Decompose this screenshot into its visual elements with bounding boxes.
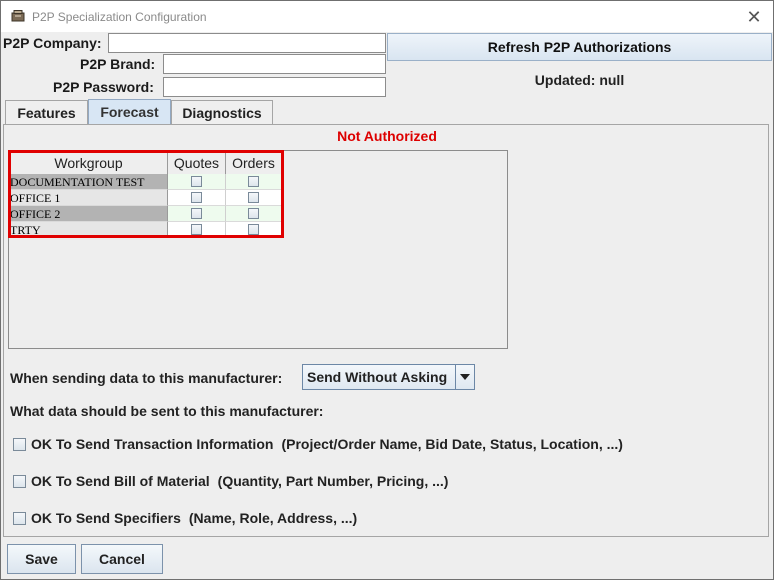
orders-checkbox[interactable]	[248, 176, 259, 187]
app-icon	[11, 10, 25, 22]
option-detail: (Quantity, Part Number, Pricing, ...)	[217, 473, 449, 489]
orders-cell	[226, 174, 282, 190]
option-detail: (Project/Order Name, Bid Date, Status, L…	[281, 436, 623, 452]
quotes-checkbox[interactable]	[191, 176, 202, 187]
orders-cell	[226, 206, 282, 222]
table-row[interactable]: DOCUMENTATION TEST	[10, 174, 282, 190]
tab-diagnostics[interactable]: Diagnostics	[171, 100, 273, 124]
workgroup-name: OFFICE 1	[10, 190, 168, 206]
transaction-info-option[interactable]: OK To Send Transaction Information (Proj…	[13, 436, 623, 452]
header-workgroup[interactable]: Workgroup	[10, 152, 168, 174]
save-button[interactable]: Save	[7, 544, 76, 574]
quotes-cell	[168, 190, 226, 206]
table-row[interactable]: OFFICE 1	[10, 190, 282, 206]
option-title: OK To Send Specifiers	[31, 510, 181, 526]
quotes-cell	[168, 222, 226, 238]
close-icon[interactable]: ✕	[743, 6, 765, 28]
table-row[interactable]: TRTY	[10, 222, 282, 238]
bill-of-material-option[interactable]: OK To Send Bill of Material (Quantity, P…	[13, 473, 448, 489]
data-sharing-label: What data should be sent to this manufac…	[10, 403, 324, 419]
title-bar: P2P Specialization Configuration ✕	[1, 1, 773, 32]
workgroup-name: TRTY	[10, 222, 168, 238]
tab-forecast[interactable]: Forecast	[88, 99, 171, 124]
company-label: P2P Company:	[3, 35, 102, 51]
orders-cell	[226, 222, 282, 238]
orders-checkbox[interactable]	[248, 192, 259, 203]
option-title: OK To Send Bill of Material	[31, 473, 210, 489]
brand-label: P2P Brand:	[80, 56, 156, 72]
password-field[interactable]	[163, 77, 386, 97]
window-title: P2P Specialization Configuration	[32, 10, 207, 24]
table-row[interactable]: OFFICE 2	[10, 206, 282, 222]
brand-field[interactable]	[163, 54, 386, 74]
quotes-checkbox[interactable]	[191, 208, 202, 219]
orders-checkbox[interactable]	[248, 224, 259, 235]
company-field[interactable]	[108, 33, 386, 53]
send-mode-value: Send Without Asking	[307, 369, 448, 385]
quotes-cell	[168, 174, 226, 190]
option-detail: (Name, Role, Address, ...)	[188, 510, 358, 526]
chevron-down-icon[interactable]	[455, 365, 474, 389]
cancel-button[interactable]: Cancel	[81, 544, 163, 574]
specifiers-checkbox[interactable]	[13, 511, 26, 525]
workgroup-name: OFFICE 2	[10, 206, 168, 222]
tab-features[interactable]: Features	[5, 100, 88, 124]
quotes-cell	[168, 206, 226, 222]
option-title: OK To Send Transaction Information	[31, 436, 274, 452]
orders-checkbox[interactable]	[248, 208, 259, 219]
send-mode-dropdown[interactable]: Send Without Asking	[302, 364, 475, 390]
transaction-info-checkbox[interactable]	[13, 437, 26, 451]
orders-cell	[226, 190, 282, 206]
quotes-checkbox[interactable]	[191, 192, 202, 203]
updated-status: Updated: null	[534, 72, 625, 88]
authorization-status: Not Authorized	[337, 128, 437, 144]
quotes-checkbox[interactable]	[191, 224, 202, 235]
refresh-authorizations-button[interactable]: Refresh P2P Authorizations	[387, 33, 772, 61]
workgroup-name: DOCUMENTATION TEST	[10, 174, 168, 190]
bill-of-material-checkbox[interactable]	[13, 474, 26, 488]
password-label: P2P Password:	[53, 79, 154, 95]
header-quotes[interactable]: Quotes	[168, 152, 226, 174]
send-mode-label: When sending data to this manufacturer:	[10, 370, 283, 386]
specifiers-option[interactable]: OK To Send Specifiers (Name, Role, Addre…	[13, 510, 357, 526]
header-orders[interactable]: Orders	[226, 152, 282, 174]
table-header: Workgroup Quotes Orders	[10, 152, 282, 174]
